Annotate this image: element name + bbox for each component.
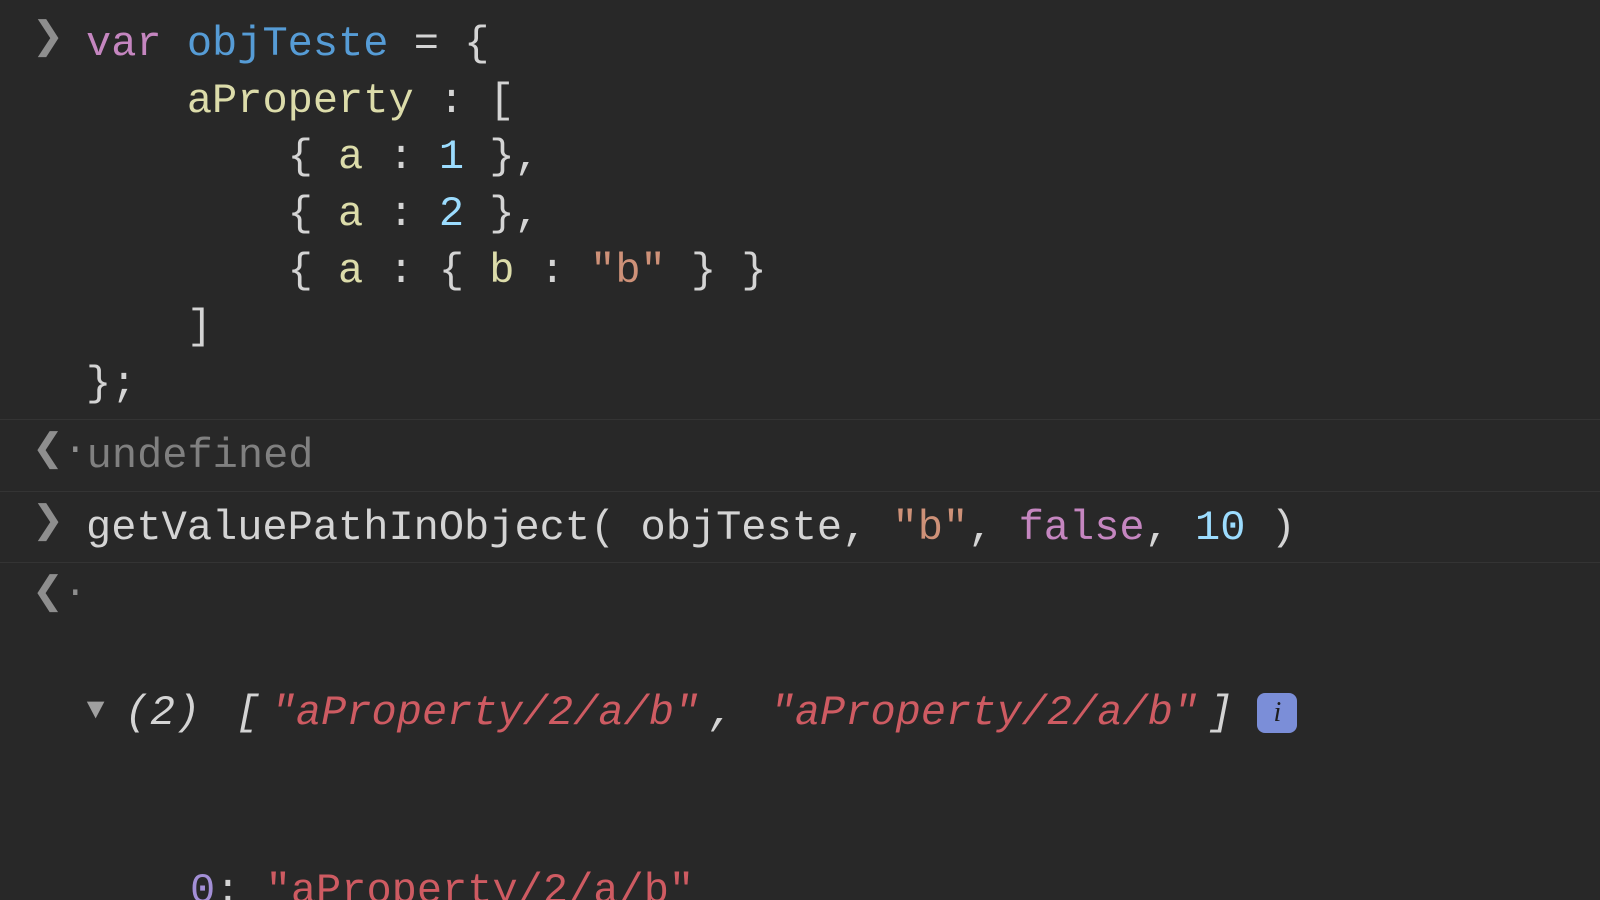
string-b: "b" — [590, 247, 666, 295]
console-input-code: var objTeste = { aProperty : [ { a : 1 }… — [86, 14, 1580, 413]
punct: }, — [464, 190, 540, 238]
keyword-var: var — [86, 20, 162, 68]
string-arg: "b" — [893, 504, 969, 552]
console-output-entry: ❮· undefined — [0, 420, 1600, 492]
punct: : { — [363, 247, 489, 295]
console-input-entry[interactable]: ❯ getValuePathInObject( objTeste, "b", f… — [0, 492, 1600, 564]
chevron-right-icon: ❯ — [32, 504, 64, 542]
console-output-entry: ❮· ▼ (2) ["aProperty/2/a/b", "aProperty/… — [0, 563, 1600, 860]
property-aProperty: aProperty — [187, 77, 414, 125]
array-item-0-value: "aProperty/2/a/b" — [266, 867, 694, 900]
array-index-0: 0 — [190, 867, 215, 900]
punct: , — [968, 504, 1018, 552]
array-expanded: 0: "aProperty/2/a/b" 1: "aProperty/2/a/b… — [0, 861, 1600, 900]
chevron-left-icon: ❮· — [32, 432, 87, 470]
console-input-entry[interactable]: ❯ var objTeste = { aProperty : [ { a : 1… — [0, 8, 1600, 420]
triangle-down-icon[interactable]: ▼ — [87, 691, 105, 732]
devtools-console: ❯ var objTeste = { aProperty : [ { a : 1… — [0, 0, 1600, 900]
property-a: a — [338, 133, 363, 181]
punct: }; — [86, 360, 136, 408]
identifier-objTeste: objTeste — [187, 20, 389, 68]
bracket: ] — [1208, 685, 1233, 742]
array-summary[interactable]: ▼ (2) ["aProperty/2/a/b", "aProperty/2/a… — [87, 685, 1580, 742]
call-expression: getValuePathInObject( objTeste, — [86, 504, 893, 552]
console-output-array[interactable]: ▼ (2) ["aProperty/2/a/b", "aProperty/2/a… — [87, 569, 1580, 854]
input-gutter: ❯ — [32, 14, 86, 58]
indent — [86, 77, 187, 125]
punct: : — [363, 190, 439, 238]
value-undefined: undefined — [87, 432, 314, 480]
boolean-false: false — [1019, 504, 1145, 552]
number-2: 2 — [439, 190, 464, 238]
sep: , — [709, 685, 759, 742]
property-a: a — [338, 190, 363, 238]
output-gutter: ❮· — [32, 569, 87, 613]
punct: ] — [86, 303, 212, 351]
chevron-right-icon: ❯ — [32, 20, 64, 58]
spacer — [32, 861, 86, 867]
punct: : — [515, 247, 591, 295]
indent: { — [86, 247, 338, 295]
info-icon[interactable]: i — [1257, 693, 1297, 733]
array-item-0-summary: "aProperty/2/a/b" — [271, 685, 699, 742]
property-b: b — [489, 247, 514, 295]
array-contents: 0: "aProperty/2/a/b" 1: "aProperty/2/a/b… — [86, 861, 1580, 900]
punct: , — [1145, 504, 1195, 552]
colon: : — [215, 867, 265, 900]
output-gutter: ❮· — [32, 426, 87, 470]
punct: : [ — [414, 77, 515, 125]
array-length-summary: (2) — [125, 685, 201, 742]
chevron-left-icon: ❮· — [32, 575, 87, 613]
bracket: [ — [210, 685, 260, 742]
space — [162, 20, 187, 68]
console-input-code: getValuePathInObject( objTeste, "b", fal… — [86, 498, 1580, 557]
console-output-value: undefined — [87, 426, 1580, 485]
indent: { — [86, 190, 338, 238]
punct: ) — [1245, 504, 1295, 552]
number-1: 1 — [439, 133, 464, 181]
punct: : — [363, 133, 439, 181]
input-gutter: ❯ — [32, 498, 86, 542]
indent: { — [86, 133, 338, 181]
number-10: 10 — [1195, 504, 1245, 552]
punct: } } — [666, 247, 767, 295]
property-a: a — [338, 247, 363, 295]
punct: = { — [388, 20, 489, 68]
punct: }, — [464, 133, 540, 181]
array-item-1-summary: "aProperty/2/a/b" — [770, 685, 1198, 742]
